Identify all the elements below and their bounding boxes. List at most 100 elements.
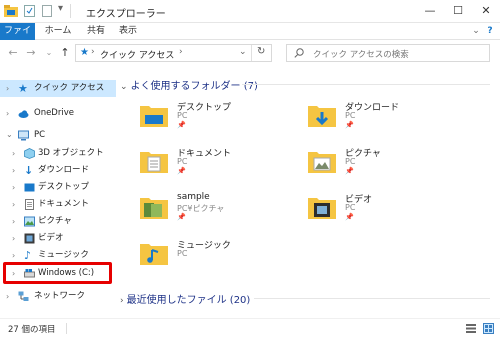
sidebar-item-label: ネットワーク bbox=[34, 291, 86, 301]
search-placeholder: クイック アクセスの検索 bbox=[313, 50, 409, 60]
sidebar-item-documents[interactable]: › ドキュメント bbox=[0, 196, 116, 213]
sidebar-item-label: ドキュメント bbox=[38, 199, 90, 209]
videos-folder-icon bbox=[308, 198, 336, 219]
collapse-chevron-icon[interactable]: ⌄ bbox=[6, 126, 13, 143]
expand-chevron-icon[interactable]: › bbox=[12, 213, 15, 230]
document-icon bbox=[25, 199, 34, 210]
sidebar-item-quick-access[interactable]: › ★ クイック アクセス bbox=[0, 80, 116, 97]
pin-icon: 📌 bbox=[177, 167, 186, 175]
title-bar: ▾ エクスプローラー — ☐ ✕ bbox=[0, 0, 500, 23]
help-icon[interactable]: ? bbox=[484, 23, 496, 40]
desktop-icon bbox=[24, 183, 35, 192]
sidebar-item-videos[interactable]: › ビデオ bbox=[0, 230, 116, 247]
frequent-folders-header[interactable]: ⌄ よく使用するフォルダー (7) bbox=[120, 77, 258, 92]
expand-chevron-icon[interactable]: › bbox=[6, 288, 9, 305]
pin-icon: 📌 bbox=[345, 213, 354, 221]
address-bar[interactable]: ★ › クイック アクセス › ⌄ ↻ bbox=[75, 44, 272, 62]
expand-chevron-icon[interactable]: › bbox=[12, 179, 15, 196]
expand-chevron-icon[interactable]: › bbox=[6, 105, 9, 122]
forward-icon[interactable]: → bbox=[24, 46, 38, 59]
folder-location: PC bbox=[177, 249, 188, 258]
sidebar-item-label: 3D オブジェクト bbox=[38, 148, 104, 158]
pin-icon: 📌 bbox=[345, 121, 354, 129]
sidebar-item-label: PC bbox=[34, 130, 46, 140]
sidebar-item-pc[interactable]: ⌄ PC bbox=[0, 127, 116, 144]
sidebar-item-desktop[interactable]: › デスクトップ bbox=[0, 179, 116, 196]
folder-location: PC bbox=[177, 111, 188, 120]
expand-chevron-icon[interactable]: › bbox=[6, 80, 9, 97]
picture-icon bbox=[24, 216, 35, 227]
documents-folder-icon bbox=[140, 152, 168, 173]
sidebar-item-label: クイック アクセス bbox=[34, 83, 105, 93]
sidebar-item-3d-objects[interactable]: › 3D オブジェクト bbox=[0, 145, 116, 162]
folder-location: PC bbox=[345, 203, 356, 212]
pin-icon: 📌 bbox=[177, 121, 186, 129]
group-divider bbox=[254, 298, 490, 299]
sidebar-item-downloads[interactable]: › ↓ ダウンロード bbox=[0, 162, 116, 179]
address-dropdown-icon[interactable]: ⌄ bbox=[239, 47, 247, 57]
sidebar-item-network[interactable]: › ネットワーク bbox=[0, 288, 116, 305]
folder-item-desktop[interactable]: デスクトップ PC 📌 bbox=[140, 100, 280, 140]
qat-dropdown-icon[interactable]: ▾ bbox=[58, 3, 63, 14]
breadcrumb-quick-access[interactable]: クイック アクセス bbox=[100, 48, 174, 61]
sidebar-item-onedrive[interactable]: › OneDrive bbox=[0, 105, 116, 122]
expand-chevron-icon[interactable]: › bbox=[12, 196, 15, 213]
minimize-button[interactable]: — bbox=[416, 0, 444, 22]
details-view-icon[interactable] bbox=[466, 324, 476, 333]
group-title: 最近使用したファイル (20) bbox=[126, 295, 251, 306]
network-icon bbox=[18, 291, 29, 301]
folder-location: PC bbox=[177, 157, 188, 166]
ribbon-tabs: ファイル ホーム 共有 表示 ⌄ ? bbox=[0, 23, 500, 52]
ribbon-expand-icon[interactable]: ⌄ bbox=[470, 23, 482, 40]
sidebar-item-label: ダウンロード bbox=[38, 165, 90, 175]
quick-access-star-icon: ★ bbox=[80, 47, 89, 58]
tab-file[interactable]: ファイル bbox=[0, 23, 35, 52]
video-icon bbox=[24, 233, 35, 244]
properties-icon[interactable] bbox=[24, 5, 35, 17]
maximize-button[interactable]: ☐ bbox=[444, 0, 472, 22]
expand-chevron-icon[interactable]: › bbox=[12, 145, 15, 162]
sidebar-item-pictures[interactable]: › ピクチャ bbox=[0, 213, 116, 230]
recent-files-header[interactable]: › 最近使用したファイル (20) bbox=[120, 291, 250, 306]
item-count: 27 個の項目 bbox=[8, 325, 56, 335]
search-box[interactable]: クイック アクセスの検索 bbox=[286, 44, 490, 62]
back-icon[interactable]: ← bbox=[6, 46, 20, 59]
search-icon bbox=[294, 48, 304, 58]
sidebar-item-label: ビデオ bbox=[38, 233, 64, 243]
close-button[interactable]: ✕ bbox=[472, 0, 500, 22]
expand-chevron-icon[interactable]: › bbox=[12, 162, 15, 179]
tab-view[interactable]: 表示 bbox=[116, 23, 140, 40]
breadcrumb-chevron-icon[interactable]: › bbox=[179, 47, 183, 57]
recent-locations-icon[interactable]: ⌄ bbox=[42, 48, 56, 57]
sidebar-item-label: ピクチャ bbox=[38, 216, 72, 226]
explorer-icon bbox=[4, 5, 18, 17]
title-divider bbox=[70, 4, 71, 18]
folder-name: sample bbox=[177, 192, 210, 202]
folder-item-sample[interactable]: sample PC¥ピクチャ 📌 bbox=[140, 192, 280, 232]
download-folder-icon bbox=[308, 106, 336, 127]
pc-icon bbox=[18, 130, 29, 141]
address-divider bbox=[251, 45, 252, 61]
tab-share[interactable]: 共有 bbox=[84, 23, 108, 40]
up-icon[interactable]: ↑ bbox=[58, 46, 72, 59]
music-folder-icon bbox=[140, 244, 168, 265]
cube-icon bbox=[24, 148, 35, 159]
folder-item-downloads[interactable]: ダウンロード PC 📌 bbox=[308, 100, 448, 140]
sidebar-item-label: OneDrive bbox=[34, 108, 74, 118]
large-icons-view-icon[interactable] bbox=[483, 323, 494, 334]
tab-home[interactable]: ホーム bbox=[40, 23, 76, 40]
folder-item-pictures[interactable]: ピクチャ PC 📌 bbox=[308, 146, 448, 186]
expand-chevron-icon: › bbox=[120, 296, 124, 306]
expand-chevron-icon[interactable]: › bbox=[12, 230, 15, 247]
folder-item-music[interactable]: ミュージック PC bbox=[140, 238, 280, 278]
folder-item-documents[interactable]: ドキュメント PC 📌 bbox=[140, 146, 280, 186]
group-title: よく使用するフォルダー (7) bbox=[130, 81, 258, 92]
pictures-folder-icon bbox=[308, 152, 336, 173]
folder-item-videos[interactable]: ビデオ PC 📌 bbox=[308, 192, 448, 232]
pin-icon: 📌 bbox=[177, 213, 186, 221]
refresh-icon[interactable]: ↻ bbox=[257, 46, 265, 57]
folder-location: PC bbox=[345, 157, 356, 166]
new-folder-icon[interactable] bbox=[42, 5, 52, 17]
highlight-box bbox=[3, 262, 112, 284]
desktop-folder-icon bbox=[140, 106, 168, 127]
